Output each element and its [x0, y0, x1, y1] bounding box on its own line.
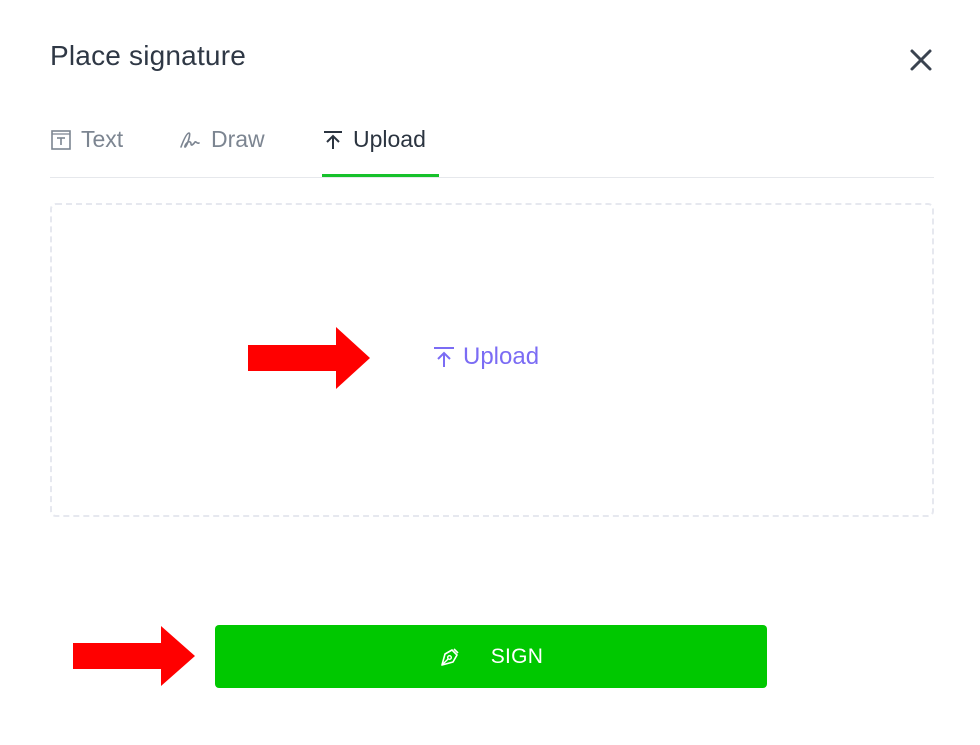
- signature-tabs: Text Draw Upload: [50, 120, 934, 178]
- pen-nib-icon: [439, 646, 461, 668]
- upload-icon: [322, 129, 344, 151]
- tab-upload[interactable]: Upload: [322, 120, 439, 177]
- close-icon: [910, 49, 932, 71]
- place-signature-dialog: Place signature Text Draw Upload Upload …: [0, 0, 980, 745]
- red-arrow-icon: [248, 327, 370, 389]
- tab-draw[interactable]: Draw: [178, 120, 265, 176]
- upload-link[interactable]: Upload: [433, 343, 539, 371]
- red-arrow-icon: [73, 626, 195, 686]
- dialog-title: Place signature: [50, 40, 247, 71]
- close-button[interactable]: [903, 42, 939, 78]
- signature-pen-icon: [178, 129, 202, 151]
- sign-button[interactable]: SIGN: [215, 625, 767, 688]
- tab-upload-label: Upload: [353, 126, 426, 152]
- sign-button-label: SIGN: [490, 644, 544, 668]
- text-box-icon: [50, 129, 72, 151]
- tab-text[interactable]: Text: [50, 120, 123, 176]
- upload-link-label: Upload: [463, 343, 540, 370]
- tab-text-label: Text: [81, 126, 124, 152]
- tab-draw-label: Draw: [211, 126, 265, 152]
- upload-icon: [433, 345, 455, 369]
